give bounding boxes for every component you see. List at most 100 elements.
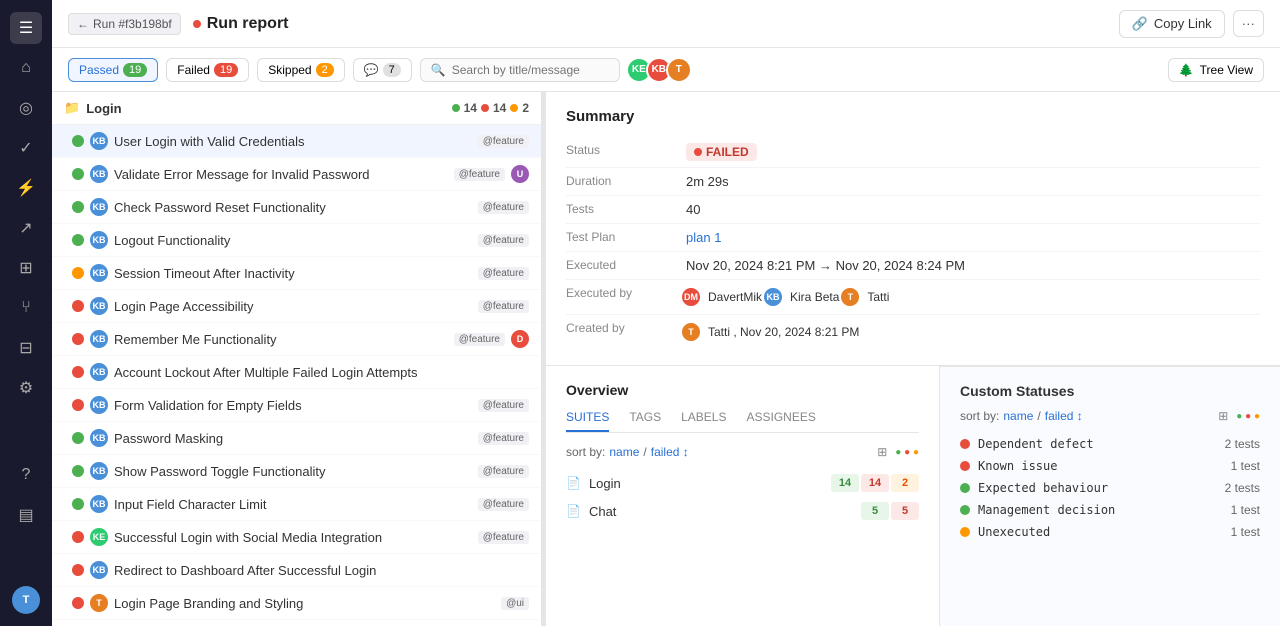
layers-icon[interactable]: ▤ xyxy=(10,499,42,531)
run-tag[interactable]: ← Run #f3b198bf xyxy=(68,13,181,35)
search-box[interactable]: 🔍 xyxy=(420,58,620,82)
tab-tags[interactable]: TAGS xyxy=(629,410,661,432)
duration-row: Duration 2m 29s xyxy=(566,168,1260,196)
content-area: 📁 Login 14 14 2 KB User Login with Valid… xyxy=(52,92,1280,626)
sort-name-link[interactable]: name xyxy=(609,445,639,459)
comments-filter-button[interactable]: 💬 7 xyxy=(353,58,412,82)
comment-icon: 💬 xyxy=(364,63,379,77)
test-item[interactable]: T Login Page Branding and Styling @ui xyxy=(52,587,541,620)
test-status-indicator xyxy=(72,234,84,246)
custom-status-indicator xyxy=(960,527,970,537)
avatar-primary: KB xyxy=(90,363,108,381)
comments-badge: 7 xyxy=(383,63,401,77)
test-name: User Login with Valid Credentials xyxy=(114,134,472,149)
test-item[interactable]: T Login Page Loading Time @ui xyxy=(52,620,541,626)
search-input[interactable] xyxy=(452,63,602,77)
suite-file-icon: 📄 xyxy=(566,504,581,518)
avatar[interactable]: T xyxy=(12,586,40,614)
test-item[interactable]: KB Login Page Accessibility @feature xyxy=(52,290,541,323)
test-item[interactable]: KB Remember Me Functionality @feature D xyxy=(52,323,541,356)
test-item[interactable]: KB Input Field Character Limit @feature xyxy=(52,488,541,521)
test-name: Session Timeout After Inactivity xyxy=(114,266,472,281)
page-title: Run report xyxy=(193,15,289,33)
test-item[interactable]: KB Redirect to Dashboard After Successfu… xyxy=(52,554,541,587)
more-options-button[interactable]: ··· xyxy=(1233,10,1264,37)
test-name: Check Password Reset Functionality xyxy=(114,200,472,215)
tab-assignees[interactable]: ASSIGNEES xyxy=(747,410,816,432)
sort-row: sort by: name / failed ↕ ⊞ ● ● ● xyxy=(566,445,919,459)
test-name: Login Page Branding and Styling xyxy=(114,596,495,611)
grid-icon[interactable]: ⊞ xyxy=(10,252,42,284)
status-dot-icon xyxy=(694,148,702,156)
sort-failed-link[interactable]: failed ↕ xyxy=(651,445,689,459)
overview-suite-row[interactable]: 📄 Login 14 14 2 xyxy=(566,469,919,497)
activity-icon[interactable]: ◎ xyxy=(10,92,42,124)
test-name: Login Page Accessibility xyxy=(114,299,472,314)
test-tag: @feature xyxy=(478,267,529,280)
overview-suite-row[interactable]: 📄 Chat 5 5 xyxy=(566,497,919,525)
test-name: Successful Login with Social Media Integ… xyxy=(114,530,472,545)
passed-filter-button[interactable]: Passed 19 xyxy=(68,58,158,82)
settings-icon[interactable]: ⚙ xyxy=(10,372,42,404)
custom-status-item: Management decision 1 test xyxy=(960,499,1260,521)
pass-bar: 5 xyxy=(861,502,889,520)
executed-by-value: DM DavertMik KB Kira Beta T Tatti xyxy=(686,286,889,308)
custom-status-list: Dependent defect 2 tests Known issue 1 t… xyxy=(960,433,1260,543)
chart-icon[interactable]: ⚡ xyxy=(10,172,42,204)
pass-bar: 14 xyxy=(831,474,859,492)
tab-labels[interactable]: LABELS xyxy=(681,410,726,432)
test-status-indicator xyxy=(72,399,84,411)
summary-grid: Status FAILED Duration 2m 29s T xyxy=(566,137,1260,349)
test-item[interactable]: KE Successful Login with Social Media In… xyxy=(52,521,541,554)
tests-value: 40 xyxy=(686,202,700,217)
check-icon[interactable]: ✓ xyxy=(10,132,42,164)
trend-icon[interactable]: ↗ xyxy=(10,212,42,244)
custom-status-name: Known issue xyxy=(978,459,1223,473)
custom-filter-icon[interactable]: ⊞ xyxy=(1218,409,1228,423)
overview-suite-name: Chat xyxy=(589,504,853,519)
test-item[interactable]: KB Check Password Reset Functionality @f… xyxy=(52,191,541,224)
custom-sort-failed[interactable]: failed ↕ xyxy=(1045,409,1083,423)
summary-panel: Summary Status FAILED Duration 2m xyxy=(546,92,1280,366)
suite-stats: 14 14 2 xyxy=(452,101,529,115)
custom-status-item: Expected behaviour 2 tests xyxy=(960,477,1260,499)
avatar-primary: KE xyxy=(90,528,108,546)
filter-icon[interactable]: ⊞ xyxy=(877,445,887,459)
test-status-indicator xyxy=(72,366,84,378)
bottom-panels: Overview SUITES TAGS LABELS ASSIGNEES so… xyxy=(546,366,1280,626)
tab-suites[interactable]: SUITES xyxy=(566,410,609,432)
copy-link-button[interactable]: 🔗 Copy Link xyxy=(1119,10,1225,38)
test-item[interactable]: KB Account Lockout After Multiple Failed… xyxy=(52,356,541,389)
branch-icon[interactable]: ⑂ xyxy=(10,292,42,324)
passed-badge: 19 xyxy=(123,63,147,77)
avatar-primary: T xyxy=(90,594,108,612)
test-item[interactable]: KB Logout Functionality @feature xyxy=(52,224,541,257)
menu-icon[interactable]: ☰ xyxy=(10,12,42,44)
skip-dot-icon xyxy=(510,104,518,112)
bar-group: 5 5 xyxy=(861,502,919,520)
test-item[interactable]: KB Session Timeout After Inactivity @fea… xyxy=(52,257,541,290)
avatar-primary: KB xyxy=(90,561,108,579)
test-item[interactable]: KB User Login with Valid Credentials @fe… xyxy=(52,125,541,158)
test-list: KB User Login with Valid Credentials @fe… xyxy=(52,125,541,626)
test-name: Logout Functionality xyxy=(114,233,472,248)
home-icon[interactable]: ⌂ xyxy=(10,52,42,84)
test-status-indicator xyxy=(72,300,84,312)
test-item[interactable]: KB Password Masking @feature xyxy=(52,422,541,455)
test-item[interactable]: KB Validate Error Message for Invalid Pa… xyxy=(52,158,541,191)
skipped-filter-button[interactable]: Skipped 2 xyxy=(257,58,345,82)
fail-bar: 5 xyxy=(891,502,919,520)
help-icon[interactable]: ? xyxy=(10,459,42,491)
tests-label: Tests xyxy=(566,202,686,216)
test-item[interactable]: KB Form Validation for Empty Fields @fea… xyxy=(52,389,541,422)
test-tag: @feature xyxy=(478,300,529,313)
test-name: Password Masking xyxy=(114,431,472,446)
test-name: Redirect to Dashboard After Successful L… xyxy=(114,563,529,578)
tree-view-button[interactable]: 🌲 Tree View xyxy=(1168,58,1264,82)
custom-sort-name[interactable]: name xyxy=(1003,409,1033,423)
plan-link[interactable]: plan 1 xyxy=(686,230,721,245)
test-item[interactable]: KB Show Password Toggle Functionality @f… xyxy=(52,455,541,488)
failed-filter-button[interactable]: Failed 19 xyxy=(166,58,249,82)
list-icon[interactable]: ⊟ xyxy=(10,332,42,364)
header-actions: 🔗 Copy Link ··· xyxy=(1119,10,1264,38)
